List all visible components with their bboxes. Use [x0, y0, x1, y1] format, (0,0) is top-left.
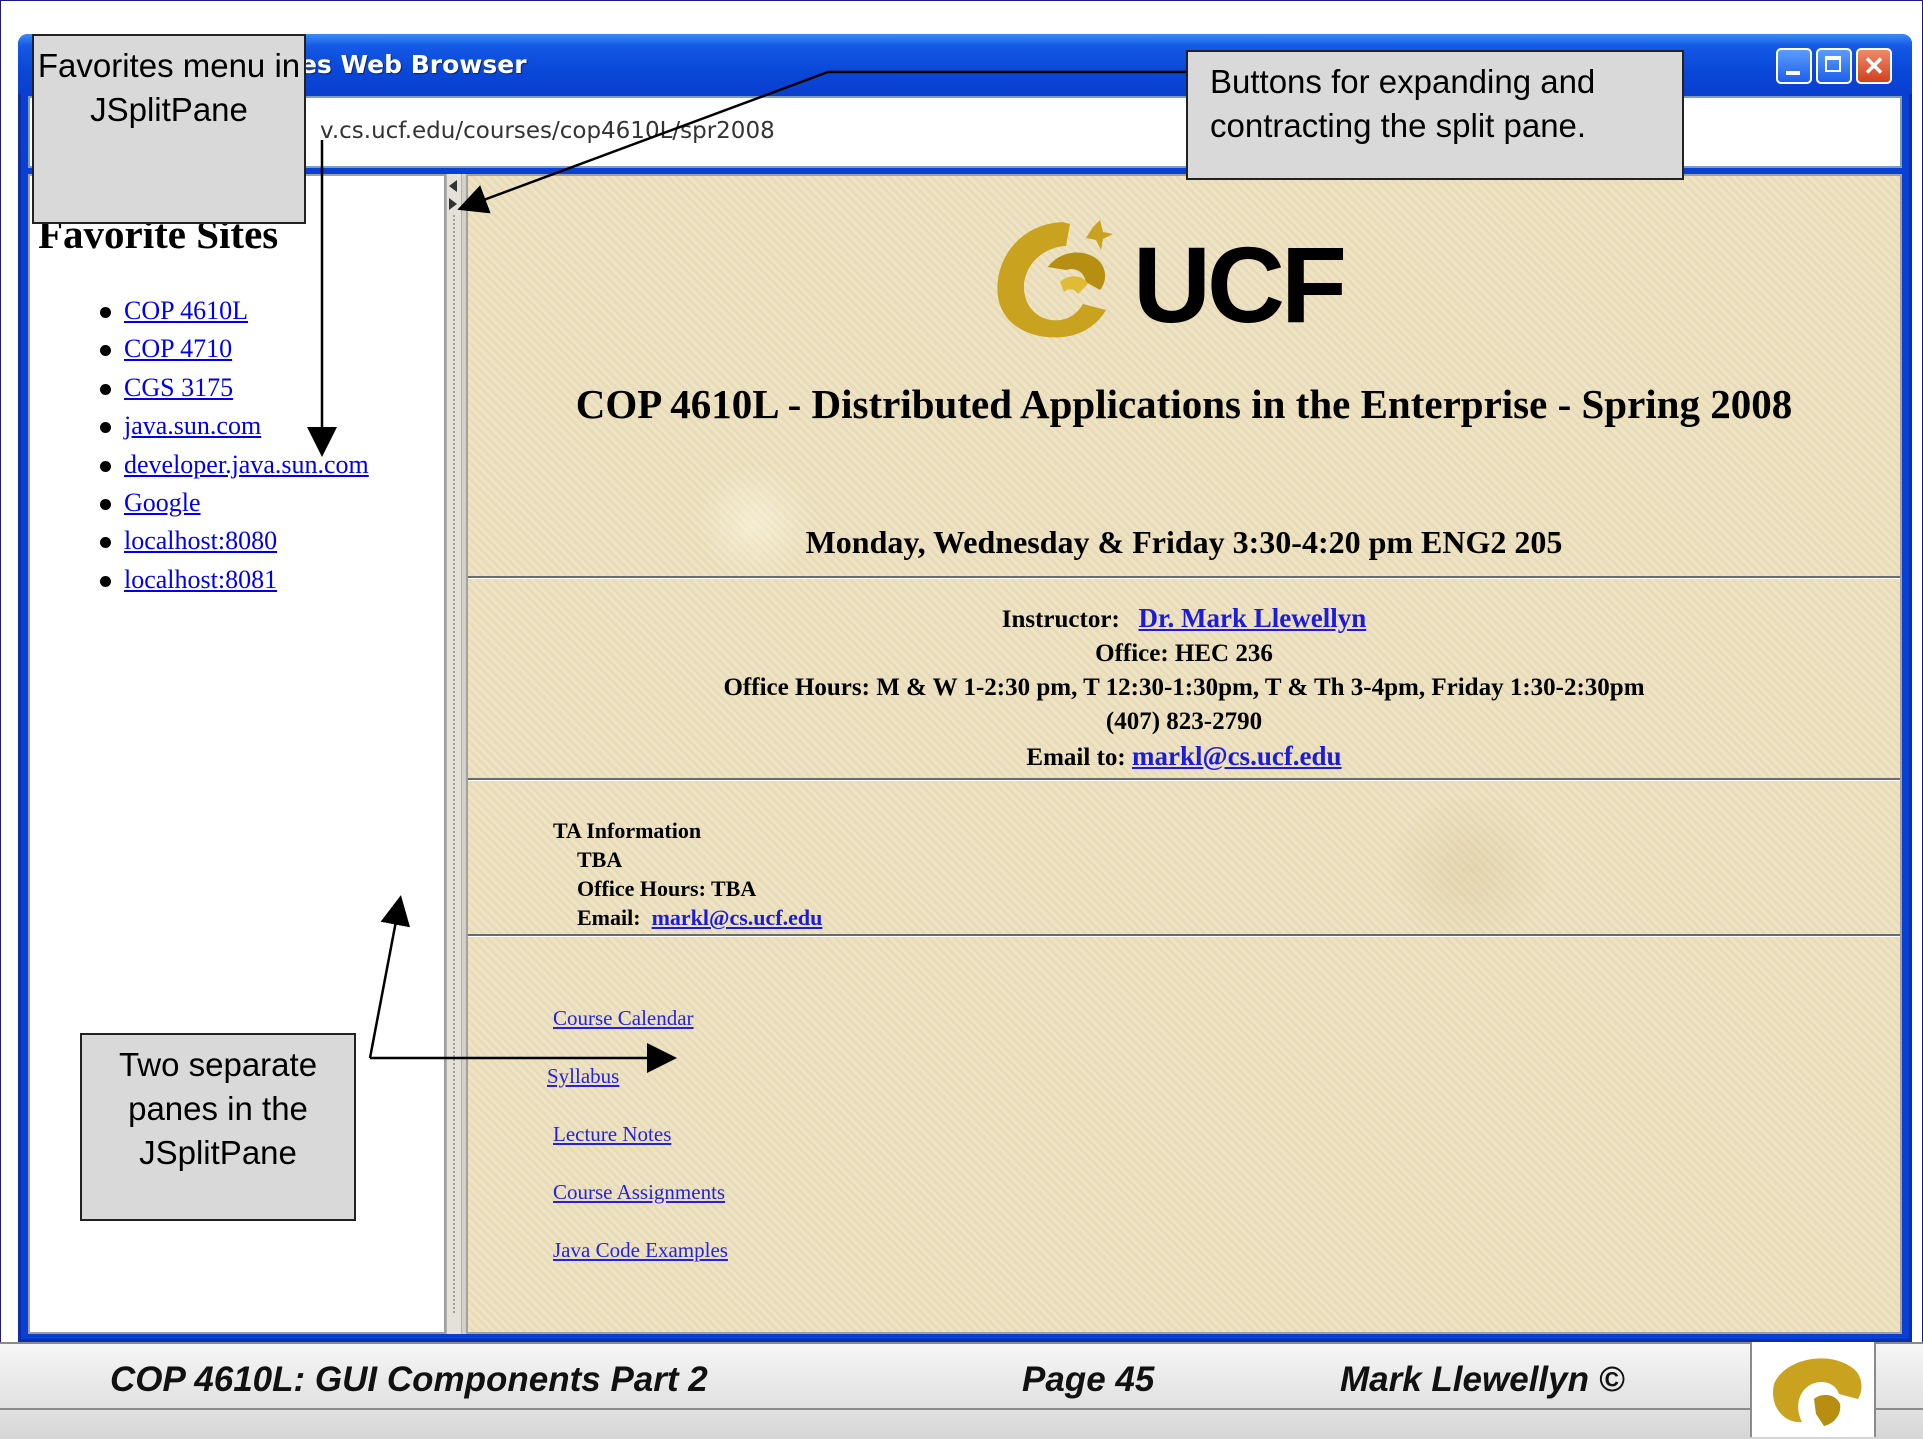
footer-course: COP 4610L: GUI Components Part 2 [110, 1360, 708, 1399]
buttons-callout: Buttons for expanding and contracting th… [1186, 50, 1684, 180]
panes-arrow-left [368, 895, 411, 1059]
footer-author: Mark Llewellyn © [1340, 1360, 1625, 1399]
panes-callout: Two separate panes in the JSplitPane [80, 1033, 356, 1221]
buttons-arrow [457, 70, 1186, 214]
footer-divider [0, 1408, 1923, 1410]
footer-logo [1750, 1342, 1876, 1437]
footer-page-number: Page 45 [1022, 1360, 1155, 1399]
favorites-callout: Favorites menu in JSplitPane [32, 34, 306, 224]
pegasus-logo-icon [1773, 1358, 1862, 1426]
